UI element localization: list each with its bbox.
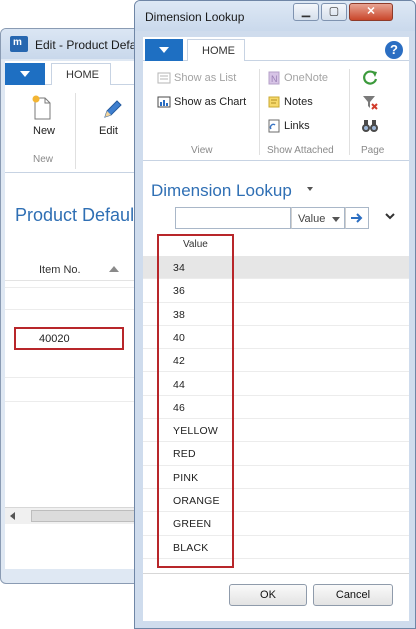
group-label-view: View <box>191 145 213 156</box>
close-icon: ✕ <box>366 5 376 18</box>
page-title[interactable]: Dimension Lookup <box>151 181 292 201</box>
close-button[interactable]: ✕ <box>349 3 393 21</box>
row-divider <box>5 401 147 402</box>
tab-home[interactable]: HOME <box>51 63 111 85</box>
minimize-button[interactable]: ▁ <box>293 3 319 21</box>
highlight-box-item <box>14 327 124 350</box>
onenote-icon: N <box>268 71 280 85</box>
row-divider <box>5 287 147 288</box>
edit-pencil-icon[interactable] <box>101 99 123 121</box>
show-as-list-button[interactable]: Show as List <box>157 71 236 85</box>
links-label: Links <box>284 120 310 132</box>
search-field-label: Value <box>298 213 326 225</box>
dialog-titlebar: Dimension Lookup ▁ ▢ ✕ <box>135 1 415 31</box>
group-label-page: Page <box>361 145 385 156</box>
file-menu-button[interactable] <box>5 63 45 85</box>
sort-ascending-icon <box>109 266 119 272</box>
collapse-filter-icon[interactable] <box>383 209 397 223</box>
row-divider <box>5 309 147 310</box>
page-title: Product Default <box>15 205 140 225</box>
horizontal-scrollbar[interactable] <box>5 507 147 524</box>
notes-label: Notes <box>284 96 313 108</box>
new-button-label[interactable]: New <box>33 125 55 137</box>
window-title: Edit - Product Defaul <box>35 38 146 52</box>
column-header-2[interactable]: I <box>39 264 42 276</box>
minimize-icon: ▁ <box>301 5 311 18</box>
onenote-label: OneNote <box>284 72 329 84</box>
row-divider <box>5 377 147 378</box>
page-title-dropdown-icon[interactable] <box>307 187 313 191</box>
app-logo-icon: m <box>10 36 28 52</box>
links-button[interactable]: Links <box>267 119 310 133</box>
find-binoculars-icon[interactable] <box>361 117 379 135</box>
ribbon: Show as List Show as Chart View N OneNote… <box>143 61 409 161</box>
show-as-chart-button[interactable]: Show as Chart <box>157 95 246 109</box>
show-as-chart-label: Show as Chart <box>174 96 247 108</box>
notes-button[interactable]: Notes <box>267 95 313 109</box>
cancel-button[interactable]: Cancel <box>313 584 393 606</box>
arrow-right-icon <box>351 213 363 223</box>
chevron-down-icon <box>332 217 340 222</box>
list-icon <box>157 72 171 84</box>
show-as-list-label: Show as List <box>174 72 237 84</box>
dialog-title: Dimension Lookup <box>145 10 245 24</box>
column-item-no[interactable]: Item No. <box>39 264 81 276</box>
window-titlebar: m Edit - Product Defaul <box>1 29 147 59</box>
notes-icon <box>268 96 280 108</box>
search-go-button[interactable] <box>345 207 369 229</box>
refresh-icon[interactable] <box>361 69 379 87</box>
ok-button[interactable]: OK <box>229 584 307 606</box>
tab-home[interactable]: HOME <box>187 39 245 61</box>
product-default-window: m Edit - Product Defaul HOME New New Edi… <box>0 28 148 584</box>
group-separator <box>75 93 76 169</box>
group-label-new: New <box>33 154 54 165</box>
help-icon[interactable]: ? <box>385 41 403 59</box>
chart-icon <box>157 96 171 108</box>
maximize-button[interactable]: ▢ <box>321 3 347 21</box>
dialog-footer: OK Cancel <box>143 573 409 621</box>
search-field-select[interactable]: Value <box>291 207 345 229</box>
highlight-box-values <box>157 234 234 568</box>
search-input[interactable] <box>175 207 291 229</box>
new-document-icon[interactable] <box>31 95 53 121</box>
file-menu-button[interactable] <box>145 39 183 61</box>
onenote-button[interactable]: N OneNote <box>267 71 328 85</box>
edit-button-label[interactable]: Edit <box>99 125 118 137</box>
group-label-show-attached: Show Attached <box>267 145 334 156</box>
group-separator <box>349 69 350 155</box>
maximize-icon: ▢ <box>328 5 340 18</box>
links-icon <box>268 119 280 133</box>
scroll-left-icon[interactable] <box>10 512 15 520</box>
svg-text:N: N <box>271 74 278 84</box>
group-separator <box>259 69 260 155</box>
ribbon: New New Edit <box>5 85 147 173</box>
clear-filter-icon[interactable] <box>361 93 379 111</box>
list-column-header: Item No. I <box>5 257 147 281</box>
scroll-thumb[interactable] <box>31 510 141 522</box>
